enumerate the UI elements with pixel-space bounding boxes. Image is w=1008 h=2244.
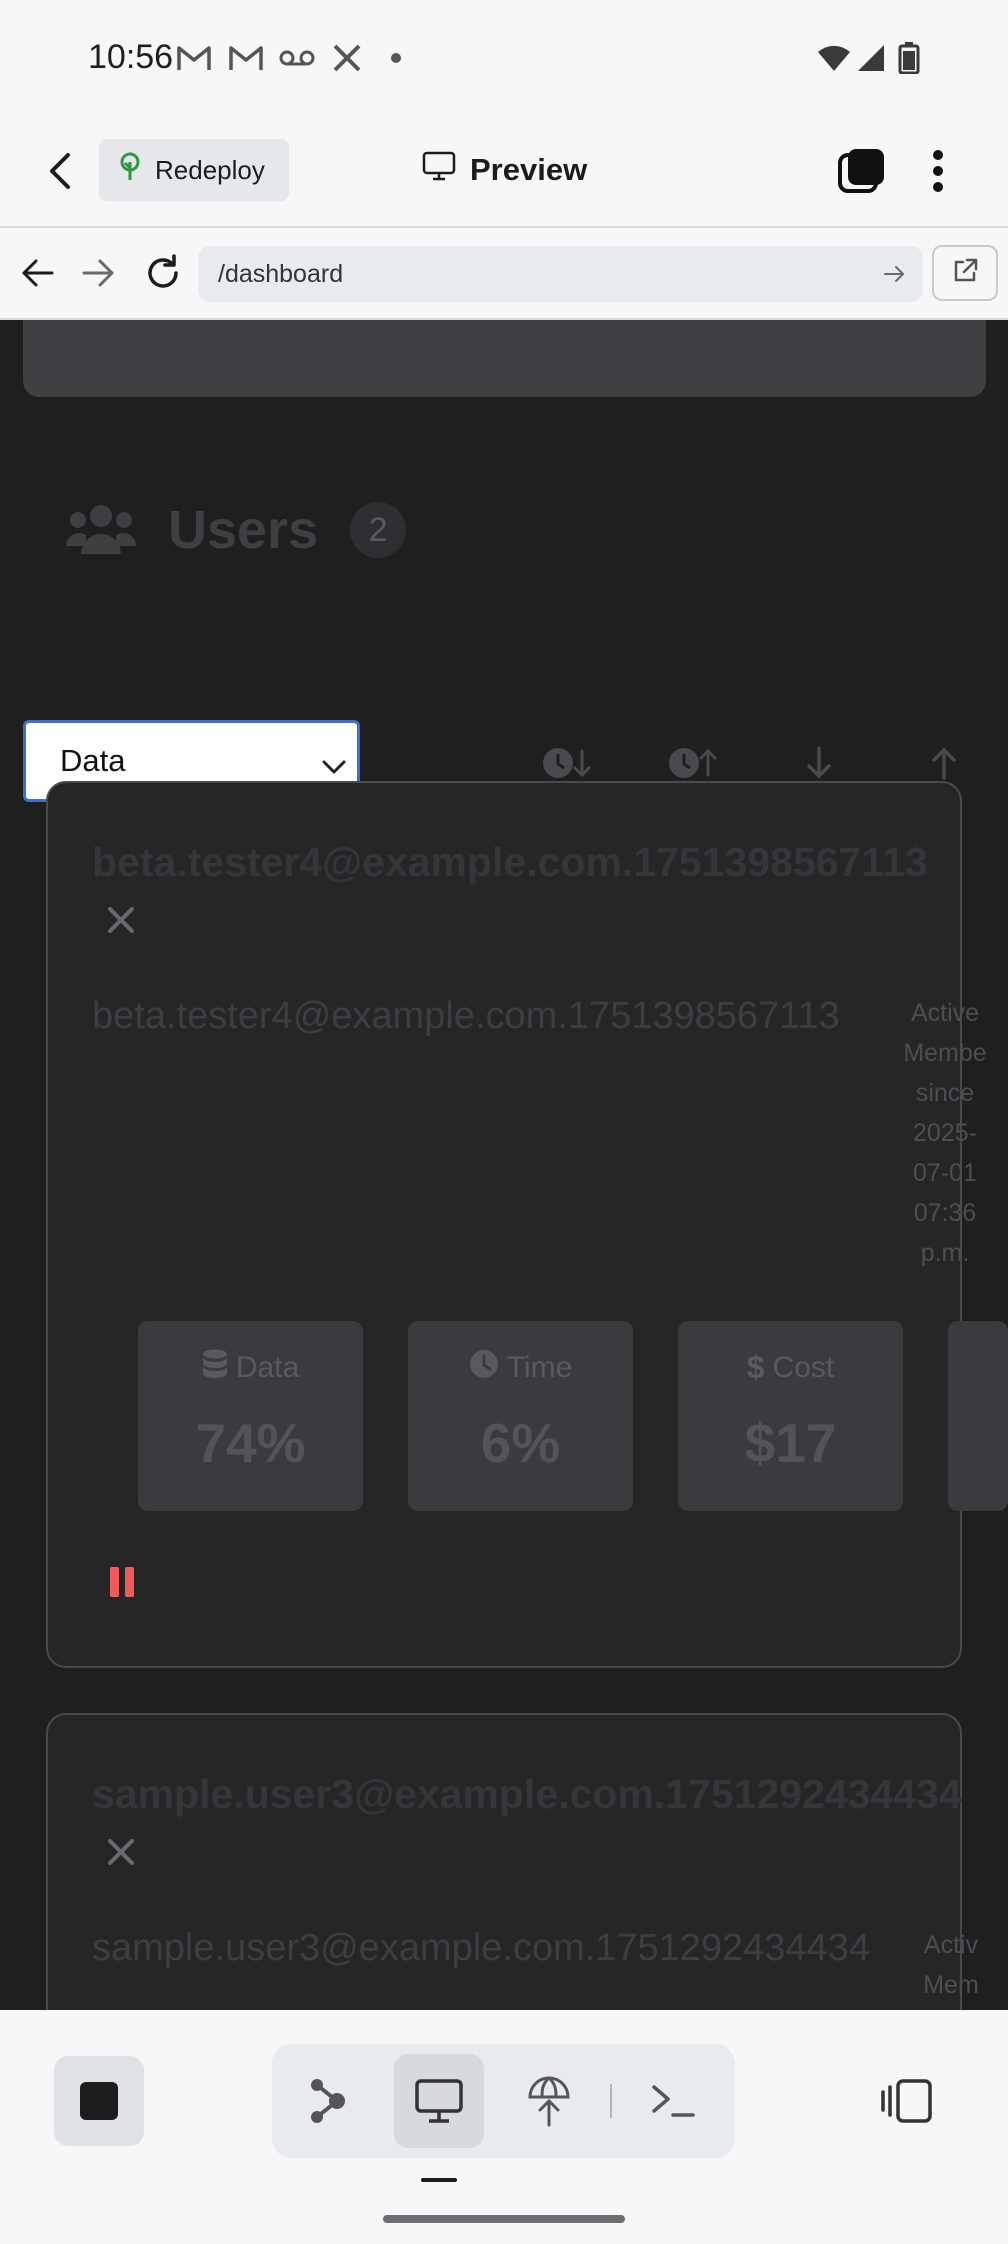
battery-icon: [898, 40, 920, 76]
database-icon: [202, 1349, 228, 1387]
open-external-button[interactable]: [932, 245, 998, 301]
browser-forward-icon[interactable]: [82, 258, 116, 293]
x-icon: [332, 40, 362, 76]
browser-toolbar: /dashboard: [0, 228, 1008, 320]
user-card[interactable]: beta.tester4@example.com.1751398567113 b…: [46, 781, 1008, 1668]
app-header: Redeploy Preview: [0, 115, 1008, 228]
time-part: p.m.: [920, 1239, 970, 1267]
pause-icon[interactable]: [108, 1565, 136, 1604]
users-header: Users 2: [65, 490, 407, 570]
bottom-bar: [0, 2010, 1008, 2244]
stat-time-value: 6%: [480, 1412, 561, 1474]
signal-icon: [856, 40, 886, 76]
deploy-icon[interactable]: [504, 2054, 594, 2148]
status-time: 10:56: [88, 38, 174, 76]
close-icon[interactable]: [104, 903, 138, 937]
preview-title: Preview: [422, 145, 587, 195]
active-tab-indicator: [421, 2178, 457, 2182]
wifi-icon: [816, 40, 852, 76]
url-text: /dashboard: [218, 259, 344, 288]
redeploy-label: Redeploy: [155, 154, 265, 185]
gmail-icon: [228, 40, 264, 76]
member-label: Membe: [903, 1039, 987, 1067]
preview-label: Preview: [470, 152, 588, 187]
stat-time-label-row: Time: [408, 1349, 633, 1387]
gmail-icon: [176, 40, 212, 76]
status-text: Active: [910, 999, 980, 1027]
stat-time: Time 6%: [408, 1321, 633, 1511]
date-part: 07-01: [913, 1159, 977, 1187]
arrow-left-icon[interactable]: [46, 151, 76, 196]
dot-icon: [390, 40, 402, 76]
member-label: Mem: [923, 1971, 979, 1999]
previous-card: [23, 320, 986, 397]
stat-data-value: 74%: [195, 1412, 306, 1474]
user-card-heading: sample.user3@example.com.1751292434434: [92, 1771, 962, 1817]
stat-data-label: Data: [235, 1351, 300, 1384]
web-preview: Users 2 Data beta.tester4@example.com.17…: [0, 320, 1008, 2010]
tool-switcher: [272, 2044, 735, 2158]
terminal-icon[interactable]: [628, 2054, 718, 2148]
stat-time-label: Time: [506, 1351, 573, 1384]
stop-button[interactable]: [54, 2056, 144, 2146]
go-arrow-icon[interactable]: [883, 262, 907, 293]
status-text: Activ: [923, 1931, 979, 1959]
stat-cost-value: $17: [744, 1412, 837, 1474]
url-input[interactable]: /dashboard: [198, 246, 923, 302]
graph-icon[interactable]: [282, 2054, 372, 2148]
redeploy-button[interactable]: Redeploy: [99, 139, 289, 201]
tool-divider: [610, 2084, 612, 2118]
stat-data-label-row: Data: [138, 1349, 363, 1387]
stop-icon: [80, 2082, 118, 2120]
date-part: 2025-: [913, 1119, 977, 1147]
more-vertical-icon[interactable]: [930, 149, 946, 198]
clock-icon: [469, 1349, 499, 1387]
stat-cost-label: Cost: [772, 1350, 835, 1384]
voicemail-icon: [279, 40, 315, 76]
user-card[interactable]: sample.user3@example.com.1751292434434 s…: [46, 1713, 979, 2010]
stat-card-partial: [948, 1321, 1008, 1511]
since-label: since: [915, 1079, 975, 1107]
split-view-icon[interactable]: [880, 2078, 934, 2129]
dollar-icon: $: [746, 1349, 765, 1385]
users-count-badge: 2: [350, 502, 407, 558]
status-bar: 10:56: [0, 0, 1008, 115]
member-since-text: Activ Mem: [906, 1925, 996, 2005]
external-link-icon: [951, 257, 979, 290]
sort-select-value: Data: [60, 743, 126, 778]
stat-data: Data 74%: [138, 1321, 363, 1511]
deploy-tree-icon: [117, 152, 143, 189]
browser-back-icon[interactable]: [20, 258, 54, 293]
chevron-down-icon: [321, 747, 347, 783]
close-icon[interactable]: [104, 1835, 138, 1869]
stat-cost-label-row: $ Cost: [678, 1349, 903, 1386]
users-icon: [65, 500, 137, 561]
user-card-email: beta.tester4@example.com.1751398567113: [92, 995, 840, 1037]
user-card-heading: beta.tester4@example.com.1751398567113: [92, 839, 928, 885]
user-card-email: sample.user3@example.com.1751292434434: [92, 1927, 870, 1969]
users-title: Users: [168, 500, 319, 560]
gesture-handle: [383, 2215, 625, 2223]
stat-cost: $ Cost $17: [678, 1321, 903, 1511]
reload-icon[interactable]: [144, 254, 182, 297]
desktop-preview-icon[interactable]: [394, 2054, 484, 2148]
member-since-text: Active Membe since 2025- 07-01 07:36 p.m…: [900, 993, 990, 1273]
tabs-icon[interactable]: [838, 147, 886, 198]
time-part: 07:36: [913, 1199, 977, 1227]
monitor-icon: [422, 151, 456, 189]
